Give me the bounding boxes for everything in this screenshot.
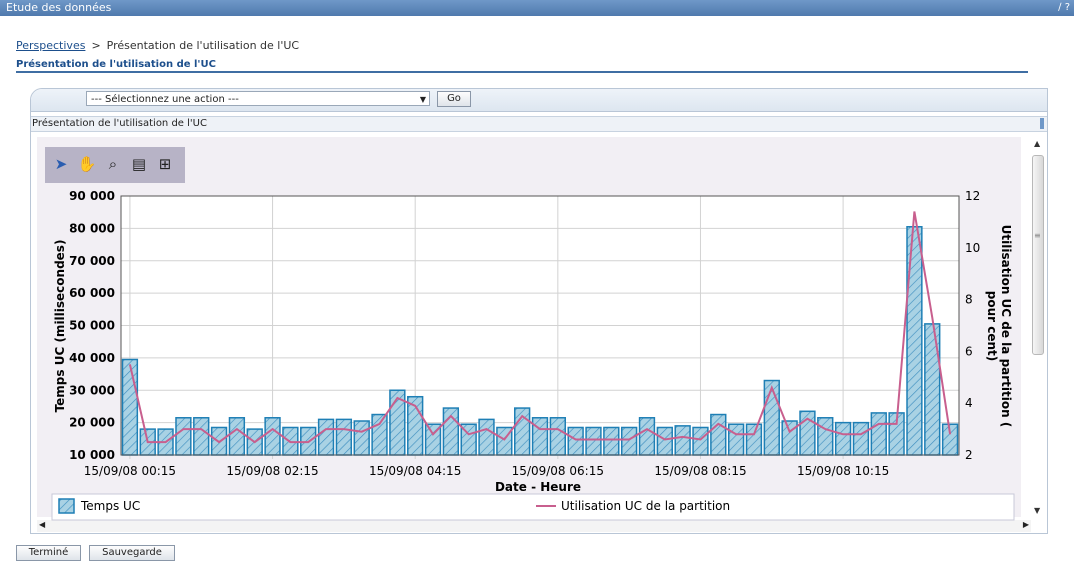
zoom-tool-icon[interactable]: ⌕ [103, 154, 123, 174]
scroll-right-icon[interactable]: ▶ [1023, 520, 1029, 529]
chevron-down-icon: ▼ [419, 95, 426, 104]
pan-tool-icon[interactable]: ✋ [77, 154, 97, 174]
breadcrumb: Perspectives > Présentation de l'utilisati… [16, 39, 299, 52]
go-button[interactable]: Go [437, 91, 471, 107]
scroll-left-icon[interactable]: ◀ [39, 520, 45, 529]
breadcrumb-current: Présentation de l'utilisation de l'UC [106, 39, 300, 52]
annotate-tool-icon[interactable]: ▤ [129, 154, 149, 174]
section-header-endcap [1040, 118, 1044, 129]
window-titlebar: Etude des données ∕ ? [0, 0, 1074, 16]
chart-frame [37, 137, 1021, 517]
portlet: --- Sélectionnez une action --- ▼ Go Pré… [30, 88, 1048, 534]
crosshair-tool-icon[interactable]: ⊞ [155, 154, 175, 174]
action-select[interactable]: --- Sélectionnez une action --- ▼ [86, 91, 430, 106]
title-divider [16, 71, 1028, 73]
scroll-up-icon[interactable]: ▲ [1034, 139, 1040, 148]
save-button[interactable]: Sauvegarde [89, 545, 175, 561]
section-title: Présentation de l'utilisation de l'UC [32, 118, 207, 129]
select-tool-icon[interactable]: ➤ [51, 154, 71, 174]
window-help-icons[interactable]: ∕ ? [1058, 0, 1070, 16]
page-title: Présentation de l'utilisation de l'UC [16, 59, 216, 70]
done-button[interactable]: Terminé [16, 545, 81, 561]
section-header: Présentation de l'utilisation de l'UC [31, 116, 1047, 132]
scroll-grip-icon: ≡ [1034, 231, 1041, 240]
scroll-down-icon[interactable]: ▼ [1034, 506, 1040, 515]
breadcrumb-link-perspectives[interactable]: Perspectives [16, 39, 85, 52]
chart-toolbar: ➤ ✋ ⌕ ▤ ⊞ [45, 147, 185, 183]
window-title: Etude des données [6, 1, 112, 14]
action-toolbar: --- Sélectionnez une action --- ▼ Go [31, 89, 1047, 112]
breadcrumb-separator: > [91, 39, 101, 52]
action-select-value: --- Sélectionnez une action --- [91, 94, 239, 105]
horizontal-scrollbar[interactable]: ◀ ▶ [37, 520, 1031, 532]
vertical-scrollbar[interactable]: ▲ ≡ ▼ [1031, 139, 1045, 515]
scroll-thumb[interactable] [1032, 155, 1044, 355]
